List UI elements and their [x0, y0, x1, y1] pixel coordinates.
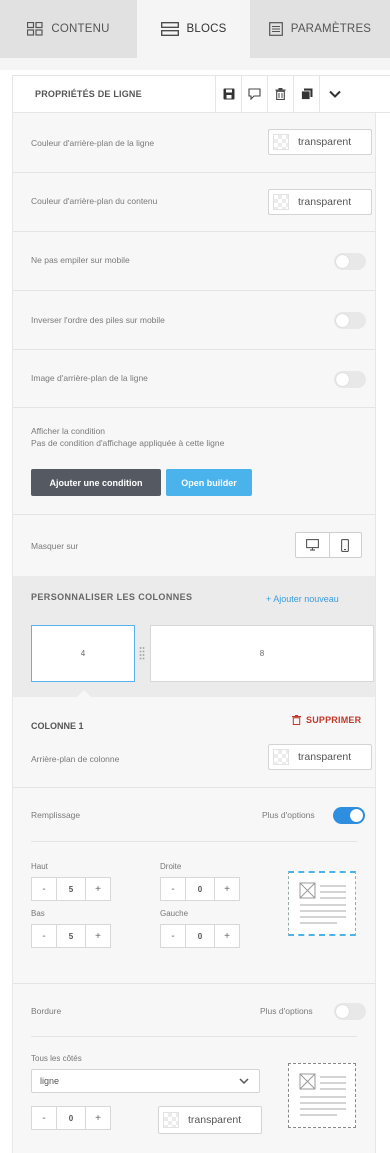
hide-on-label: Masquer sur — [31, 541, 79, 551]
properties-panel: Couleur d'arrière-plan de la ligne trans… — [12, 113, 376, 1153]
border-width-increment[interactable]: + — [86, 1107, 110, 1129]
duplicate-button[interactable] — [293, 76, 319, 112]
border-style-select[interactable]: ligne — [31, 1069, 260, 1093]
transparent-swatch-icon — [273, 134, 289, 150]
customize-columns-section: PERSONNALISER LES COLONNES + Ajouter nou… — [13, 576, 375, 697]
border-style-value: ligne — [40, 1076, 60, 1086]
add-column-button[interactable]: + Ajouter nouveau — [266, 594, 339, 604]
add-condition-button[interactable]: Ajouter une condition — [31, 469, 161, 496]
hide-mobile-button[interactable] — [328, 533, 362, 557]
border-width-value[interactable]: 0 — [56, 1107, 86, 1129]
border-more-options-toggle[interactable] — [334, 1003, 366, 1020]
mobile-icon — [341, 538, 350, 552]
bg-image-row: Image d'arrière-plan de la ligne — [13, 350, 375, 408]
customize-columns-title: PERSONNALISER LES COLONNES — [31, 592, 193, 602]
bg-image-toggle[interactable] — [334, 371, 366, 388]
row-bg-color-picker[interactable]: transparent — [268, 129, 372, 155]
tab-contenu[interactable]: CONTENU — [0, 0, 137, 58]
document-icon — [268, 22, 283, 36]
column-box-2[interactable]: 8 — [150, 625, 374, 682]
transparent-swatch-icon — [163, 1112, 179, 1128]
column-box-1[interactable]: 4 — [31, 625, 135, 682]
border-width-decrement[interactable]: - — [32, 1107, 56, 1129]
all-sides-label: Tous les côtés — [31, 1054, 82, 1063]
reverse-order-toggle[interactable] — [334, 312, 366, 329]
border-preview — [288, 1063, 356, 1128]
content-bg-color-picker[interactable]: transparent — [268, 189, 372, 215]
display-condition-row: Afficher la condition Pas de condition d… — [13, 408, 375, 515]
border-color-value: transparent — [188, 1114, 242, 1126]
content-bg-color-label: Couleur d'arrière-plan du contenu — [31, 196, 158, 206]
row-bg-color-value: transparent — [298, 136, 352, 148]
blocks-icon — [160, 22, 179, 36]
open-builder-button[interactable]: Open builder — [166, 469, 252, 496]
transparent-swatch-icon — [273, 194, 289, 210]
duplicate-icon — [300, 88, 312, 100]
comment-icon — [248, 88, 261, 100]
chevron-down-icon — [239, 1078, 249, 1085]
condition-note: Pas de condition d'affichage appliquée à… — [31, 438, 225, 448]
content-bg-color-row: Couleur d'arrière-plan du contenu transp… — [13, 173, 375, 232]
content-bg-color-value: transparent — [298, 196, 352, 208]
border-divider — [31, 1036, 357, 1037]
collapse-button[interactable] — [319, 76, 349, 112]
reverse-order-label: Inverser l'ordre des piles sur mobile — [31, 315, 165, 325]
row-bg-color-label: Couleur d'arrière-plan de la ligne — [31, 138, 155, 148]
border-label: Bordure — [31, 1006, 62, 1016]
tab-blocs-label: BLOCS — [186, 23, 227, 35]
border-more-options-label: Plus d'options — [260, 1006, 313, 1016]
grid-icon — [27, 22, 43, 36]
comment-button[interactable] — [241, 76, 267, 112]
hide-on-row: Masquer sur — [13, 515, 375, 576]
tab-contenu-label: CONTENU — [51, 23, 110, 35]
border-preview-icon — [299, 1073, 346, 1116]
no-stack-row: Ne pas empiler sur mobile — [13, 232, 375, 291]
desktop-icon — [305, 539, 319, 551]
row-properties-header: PROPRIÉTÉS DE LIGNE — [12, 75, 390, 113]
border-width-stepper: - 0 + — [31, 1106, 111, 1130]
bg-image-label: Image d'arrière-plan de la ligne — [31, 373, 148, 383]
delete-row-button[interactable] — [267, 76, 293, 112]
save-button[interactable] — [215, 76, 241, 112]
no-stack-label: Ne pas empiler sur mobile — [31, 255, 130, 265]
chevron-down-icon — [328, 90, 341, 98]
tab-parametres-label: PARAMÈTRES — [290, 23, 372, 35]
panel-title: PROPRIÉTÉS DE LIGNE — [35, 89, 142, 99]
drag-handle-icon[interactable] — [139, 646, 145, 660]
tab-bar: CONTENU BLOCS PARAMÈTRES — [0, 0, 390, 58]
tab-parametres[interactable]: PARAMÈTRES — [250, 0, 390, 58]
hide-on-device-group — [295, 532, 362, 558]
trash-icon — [275, 88, 286, 100]
column-bg-row — [13, 693, 375, 788]
condition-label: Afficher la condition — [31, 426, 106, 436]
border-color-picker[interactable]: transparent — [158, 1106, 262, 1134]
tab-strip — [0, 58, 390, 70]
hide-desktop-button[interactable] — [296, 533, 329, 557]
reverse-order-row: Inverser l'ordre des piles sur mobile — [13, 291, 375, 350]
padding-row — [13, 788, 375, 984]
save-icon — [223, 88, 234, 100]
no-stack-toggle[interactable] — [334, 253, 366, 270]
row-bg-color-row: Couleur d'arrière-plan de la ligne trans… — [13, 113, 375, 173]
tab-blocs[interactable]: BLOCS — [137, 0, 250, 58]
